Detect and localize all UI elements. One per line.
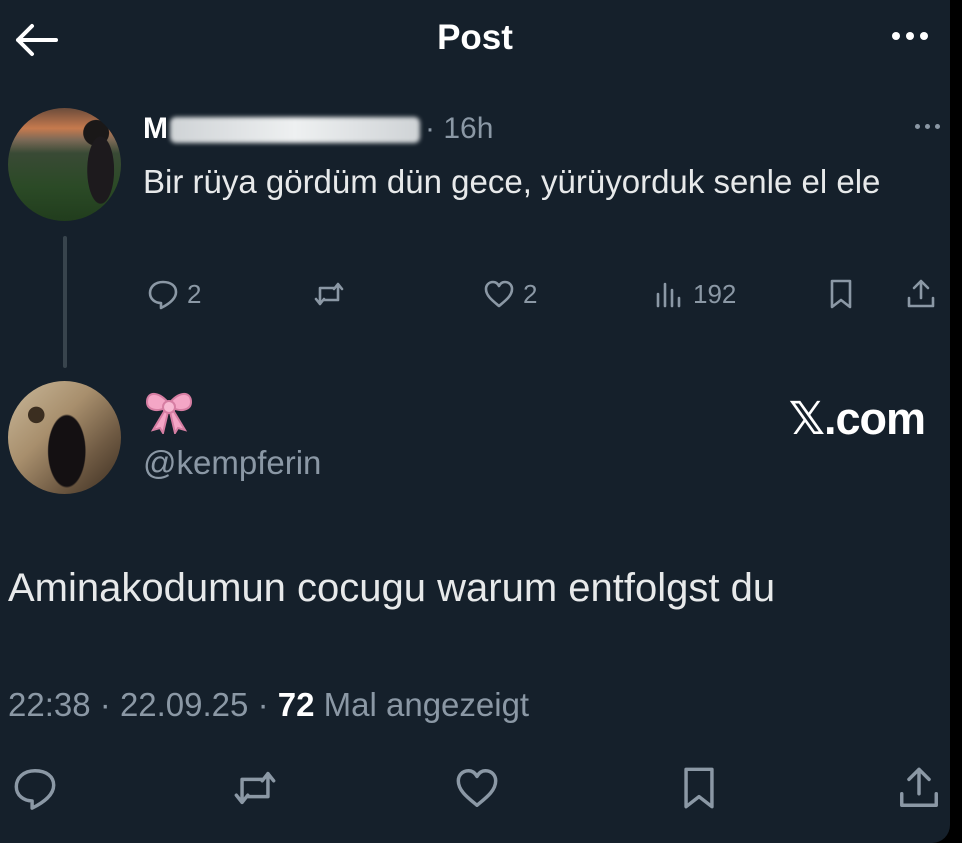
parent-author-name[interactable]: M bbox=[143, 112, 168, 146]
more-horizontal-icon bbox=[892, 32, 900, 40]
share-icon bbox=[900, 767, 938, 807]
parent-post-text: Bir rüya gördüm dün gece, yürüyorduk sen… bbox=[143, 163, 881, 200]
more-horizontal-icon bbox=[915, 124, 920, 129]
repost-button[interactable] bbox=[232, 765, 278, 816]
post-date[interactable]: 22.09.25 bbox=[120, 686, 248, 723]
post-screen: Post M · 16h Bir rüya gördüm dün gece, y… bbox=[0, 0, 950, 843]
reply-count: 2 bbox=[187, 278, 202, 309]
analytics-icon bbox=[656, 282, 681, 308]
bookmark-button[interactable] bbox=[825, 278, 857, 310]
views-button[interactable]: 192 bbox=[653, 278, 736, 310]
parent-more-button[interactable] bbox=[915, 124, 940, 129]
parent-author-avatar[interactable] bbox=[8, 108, 121, 221]
heart-icon bbox=[484, 280, 514, 308]
post-metadata: 22:38 · 22.09.25 · 72 Mal angezeigt bbox=[8, 686, 529, 724]
bookmark-icon bbox=[830, 279, 852, 309]
main-action-bar bbox=[0, 765, 950, 815]
views-count: 192 bbox=[693, 278, 737, 309]
heart-icon bbox=[456, 769, 498, 807]
bookmark-icon bbox=[684, 767, 714, 809]
view-count: 72 bbox=[277, 686, 315, 723]
bookmark-button[interactable] bbox=[676, 765, 722, 816]
more-options-button[interactable] bbox=[892, 32, 928, 40]
redacted-name-blur bbox=[170, 117, 420, 143]
reply-icon bbox=[148, 280, 178, 310]
reply-button[interactable] bbox=[12, 765, 58, 816]
post-time[interactable]: 22:38 bbox=[8, 686, 91, 723]
meta-separator: · bbox=[99, 686, 120, 723]
parent-post-time[interactable]: · 16h bbox=[425, 112, 493, 146]
share-button[interactable] bbox=[905, 278, 937, 310]
share-icon bbox=[907, 279, 935, 308]
like-button[interactable]: 2 bbox=[483, 278, 537, 310]
views-label: Mal angezeigt bbox=[323, 686, 530, 723]
meta-separator: · bbox=[257, 686, 278, 723]
reply-icon bbox=[14, 769, 56, 810]
main-post-text: Aminakodumun cocugu warum entfolgst du bbox=[8, 566, 776, 610]
like-button[interactable] bbox=[454, 765, 500, 816]
thread-connector-line bbox=[63, 236, 67, 368]
like-count: 2 bbox=[523, 278, 538, 309]
main-author-handle[interactable]: @kempferin bbox=[143, 444, 321, 482]
share-button[interactable] bbox=[896, 765, 942, 816]
parent-action-bar: 2 2 192 bbox=[143, 278, 943, 318]
main-author-avatar[interactable] bbox=[8, 381, 121, 494]
x-com-watermark: 𝕏.com bbox=[788, 393, 926, 444]
reply-button[interactable]: 2 bbox=[147, 278, 201, 310]
pink-bow-icon bbox=[145, 393, 193, 434]
repost-icon bbox=[234, 771, 276, 805]
repost-button[interactable] bbox=[313, 278, 353, 310]
page-title: Post bbox=[437, 18, 513, 57]
repost-icon bbox=[314, 282, 344, 306]
